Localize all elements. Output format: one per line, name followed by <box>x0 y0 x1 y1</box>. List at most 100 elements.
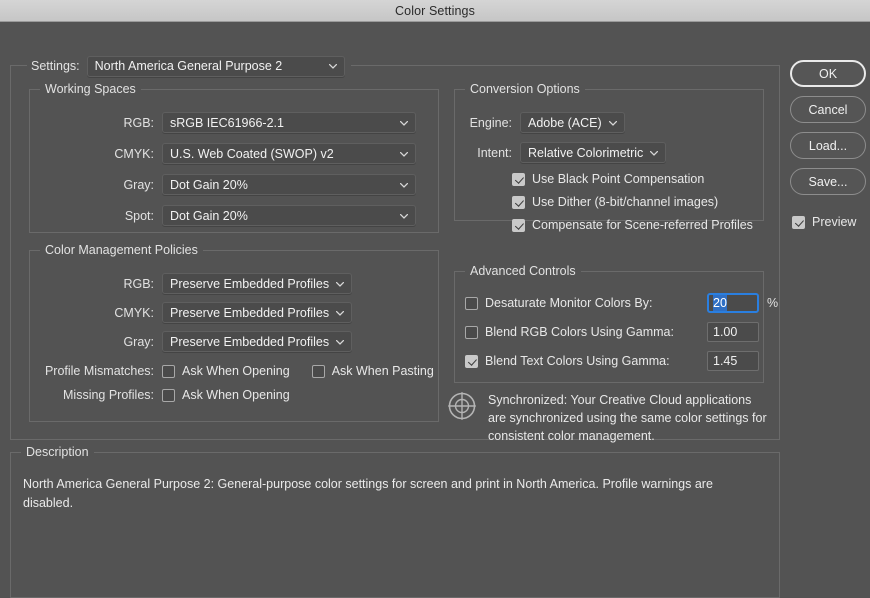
chevron-down-icon <box>336 310 345 316</box>
settings-label: Settings: <box>31 59 80 73</box>
checkbox-box <box>162 364 175 378</box>
color-management-policies-group: Color Management Policies RGB: Preserve … <box>29 243 439 422</box>
blend-rgb-gamma-input[interactable]: 1.00 <box>707 322 759 342</box>
chevron-down-icon <box>400 182 408 188</box>
checkbox-mismatch-ask-when-pasting[interactable]: Ask When Pasting <box>311 364 434 378</box>
blend-text-gamma-value: 1.45 <box>713 354 738 368</box>
missing-profiles-row: Missing Profiles: Ask When Opening <box>30 388 434 402</box>
checkbox-blend-text-colors-using-gamma[interactable]: Blend Text Colors Using Gamma: <box>465 354 707 368</box>
missing-profiles-label: Missing Profiles: <box>63 388 154 402</box>
checkbox-use-black-point-compensation[interactable]: Use Black Point Compensation <box>512 172 753 186</box>
checkbox-label: Compensate for Scene-referred Profiles <box>532 218 753 232</box>
profile-mismatches-row: Profile Mismatches: Ask When Opening Ask… <box>30 364 434 378</box>
engine-value: Adobe (ACE) <box>528 115 602 130</box>
window-title: Color Settings <box>395 3 475 18</box>
ok-button[interactable]: OK <box>790 60 866 87</box>
chevron-down-icon <box>400 120 408 126</box>
blend-rgb-row: Blend RGB Colors Using Gamma: 1.00 <box>465 322 778 342</box>
checkbox-box <box>792 215 805 229</box>
checkbox-label: Ask When Pasting <box>331 364 434 378</box>
chevron-down-icon <box>650 150 659 156</box>
chevron-down-icon <box>336 339 345 345</box>
cancel-button[interactable]: Cancel <box>790 96 866 123</box>
working-space-label-spot: Spot: <box>124 208 154 223</box>
chevron-down-icon <box>400 151 408 157</box>
blend-text-row: Blend Text Colors Using Gamma: 1.45 <box>465 351 778 371</box>
policy-select-gray[interactable]: Preserve Embedded Profiles <box>162 331 353 352</box>
policy-value-cmyk: Preserve Embedded Profiles <box>170 305 330 320</box>
engine-label: Engine: <box>469 115 512 130</box>
conversion-options-group: Conversion Options Engine: Adobe (ACE) I… <box>454 82 764 232</box>
checkbox-preview[interactable]: Preview <box>792 215 866 229</box>
engine-row: Engine: Adobe (ACE) <box>455 112 753 133</box>
working-space-select-rgb[interactable]: sRGB IEC61966-2.1 <box>162 112 416 133</box>
checkbox-compensate-scene-referred-profiles[interactable]: Compensate for Scene-referred Profiles <box>512 218 753 232</box>
load-button[interactable]: Load... <box>790 132 866 159</box>
working-space-label-rgb: RGB: <box>123 115 154 130</box>
settings-preset-select[interactable]: North America General Purpose 2 <box>86 55 345 77</box>
working-space-label-cmyk: CMYK: <box>114 146 154 161</box>
settings-group: Settings: North America General Purpose … <box>10 54 780 443</box>
percent-label: % <box>767 296 779 310</box>
settings-preset-value: North America General Purpose 2 <box>94 59 283 73</box>
sync-status-text: Synchronized: Your Creative Cloud applic… <box>488 393 767 443</box>
checkbox-box <box>512 172 525 186</box>
checkbox-missing-ask-when-opening[interactable]: Ask When Opening <box>162 388 290 402</box>
advanced-controls-legend: Advanced Controls <box>465 264 581 278</box>
title-bar: Color Settings <box>0 0 870 22</box>
checkbox-box <box>311 364 325 378</box>
checkbox-label: Ask When Opening <box>182 388 290 402</box>
checkbox-label: Use Black Point Compensation <box>532 172 705 186</box>
button-column: OK Cancel Load... Save... Preview <box>790 60 866 229</box>
profile-mismatches-label: Profile Mismatches: <box>44 364 154 378</box>
checkbox-box <box>162 388 175 402</box>
policy-select-cmyk[interactable]: Preserve Embedded Profiles <box>162 302 353 323</box>
checkbox-box <box>465 325 478 339</box>
checkbox-box <box>512 218 525 232</box>
checkbox-label: Preview <box>812 215 857 229</box>
chevron-down-icon <box>400 213 408 219</box>
policy-row-gray: Gray: Preserve Embedded Profiles <box>30 331 434 352</box>
checkbox-label: Blend RGB Colors Using Gamma: <box>485 325 674 339</box>
working-space-value-rgb: sRGB IEC61966-2.1 <box>170 115 284 130</box>
blend-text-gamma-input[interactable]: 1.45 <box>707 351 759 371</box>
desaturate-value: 20 <box>713 295 727 311</box>
checkbox-desaturate-monitor-colors[interactable]: Desaturate Monitor Colors By: <box>465 296 707 310</box>
checkbox-box <box>465 296 478 310</box>
blend-rgb-gamma-value: 1.00 <box>713 325 738 339</box>
engine-select[interactable]: Adobe (ACE) <box>520 112 625 133</box>
working-space-select-spot[interactable]: Dot Gain 20% <box>162 205 416 226</box>
working-space-value-gray: Dot Gain 20% <box>170 177 248 192</box>
sync-status-row: Synchronized: Your Creative Cloud applic… <box>447 391 767 445</box>
working-space-select-cmyk[interactable]: U.S. Web Coated (SWOP) v2 <box>162 143 416 164</box>
description-legend: Description <box>21 445 94 459</box>
intent-select[interactable]: Relative Colorimetric <box>520 142 667 163</box>
dialog-body: Settings: North America General Purpose … <box>0 22 870 598</box>
checkbox-use-dither[interactable]: Use Dither (8-bit/channel images) <box>512 195 753 209</box>
intent-label: Intent: <box>477 145 512 160</box>
sync-target-icon <box>447 391 477 421</box>
checkbox-blend-rgb-colors-using-gamma[interactable]: Blend RGB Colors Using Gamma: <box>465 325 707 339</box>
chevron-down-icon <box>608 120 617 126</box>
working-space-label-gray: Gray: <box>123 177 154 192</box>
policy-label-gray: Gray: <box>123 334 154 349</box>
working-space-value-cmyk: U.S. Web Coated (SWOP) v2 <box>170 146 334 161</box>
policies-legend: Color Management Policies <box>40 243 203 257</box>
checkbox-mismatch-ask-when-opening[interactable]: Ask When Opening <box>162 364 290 378</box>
working-space-select-gray[interactable]: Dot Gain 20% <box>162 174 416 195</box>
chevron-down-icon <box>328 64 337 69</box>
working-spaces-legend: Working Spaces <box>40 82 141 96</box>
checkbox-box <box>465 354 478 368</box>
policy-value-gray: Preserve Embedded Profiles <box>170 334 330 349</box>
desaturate-value-input[interactable]: 20 <box>707 293 759 313</box>
working-space-row-rgb: RGB: sRGB IEC61966-2.1 <box>30 112 416 133</box>
settings-row: Settings: North America General Purpose … <box>27 54 351 78</box>
chevron-down-icon <box>336 281 345 287</box>
policy-row-cmyk: CMYK: Preserve Embedded Profiles <box>30 302 434 323</box>
policy-select-rgb[interactable]: Preserve Embedded Profiles <box>162 273 353 294</box>
checkbox-label: Ask When Opening <box>182 364 290 378</box>
checkbox-box <box>512 195 525 209</box>
save-button[interactable]: Save... <box>790 168 866 195</box>
working-space-row-cmyk: CMYK: U.S. Web Coated (SWOP) v2 <box>30 143 416 164</box>
desaturate-row: Desaturate Monitor Colors By: 20 % <box>465 293 778 313</box>
